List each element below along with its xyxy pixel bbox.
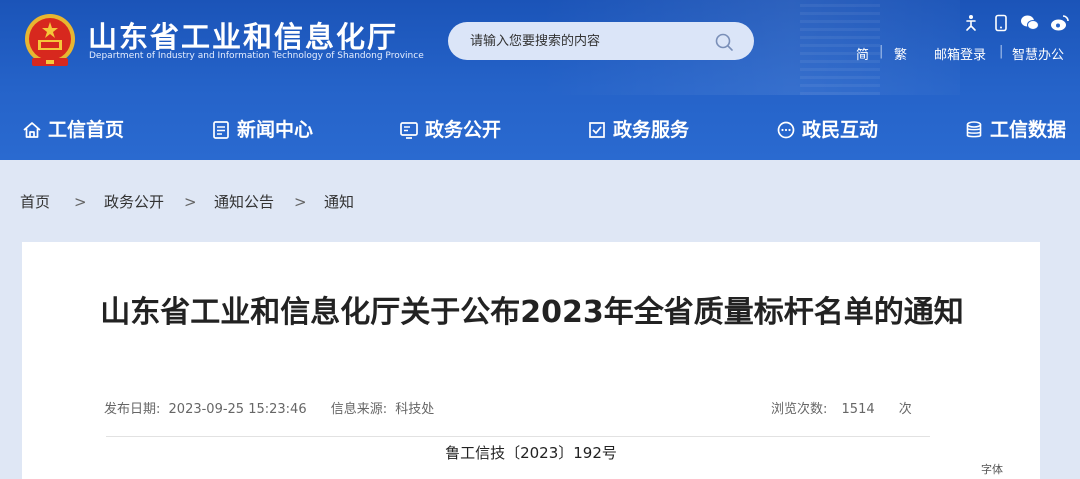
simplified-chinese-link[interactable]: 简	[856, 44, 869, 63]
national-emblem-icon[interactable]	[22, 12, 78, 70]
site-title[interactable]: 山东省工业和信息化厅	[88, 14, 398, 56]
publish-date-label: 发布日期:	[104, 402, 161, 417]
weibo-icon[interactable]	[1050, 14, 1069, 32]
mail-login-link[interactable]: 邮箱登录	[934, 44, 986, 63]
search-box	[448, 22, 754, 60]
interaction-icon	[777, 121, 795, 139]
breadcrumb-separator: >	[184, 193, 197, 211]
nav-item-label: 政民互动	[802, 119, 879, 141]
nav-item-label: 工信首页	[48, 119, 125, 141]
document-number: 鲁工信技〔2023〕192号	[445, 444, 617, 462]
search-icon[interactable]	[714, 32, 734, 52]
gov-service-icon	[589, 122, 605, 138]
breadcrumb-separator: >	[74, 193, 87, 211]
views-count: 1514	[841, 402, 875, 417]
accessibility-icon[interactable]	[962, 14, 980, 32]
article-meta-right: 浏览次数: 1514 次	[771, 398, 916, 417]
mobile-icon[interactable]	[992, 14, 1010, 32]
nav-item-label: 政务服务	[613, 119, 690, 141]
font-size-control[interactable]: 字体	[981, 461, 1003, 477]
nav-item-label: 政务公开	[425, 119, 502, 141]
top-icon-bar	[962, 14, 1072, 34]
publish-date: 2023-09-25 15:23:46	[168, 402, 307, 417]
link-separator: |	[879, 44, 884, 59]
link-separator: |	[999, 44, 1004, 59]
main-nav: 工信首页 新闻中心 政务公开 政务服务 政民互动 工信数据	[0, 100, 1080, 160]
breadcrumb-gov-open[interactable]: 政务公开	[104, 190, 164, 214]
article-meta-left: 发布日期: 2023-09-25 15:23:46 信息来源: 科技处	[104, 398, 438, 417]
database-icon	[966, 121, 982, 138]
views-label: 浏览次数:	[771, 402, 828, 417]
traditional-chinese-link[interactable]: 繁	[894, 44, 907, 63]
smart-office-link[interactable]: 智慧办公	[1012, 44, 1064, 63]
article-card: 山东省工业和信息化厅关于公布2023年全省质量标杆名单的通知 发布日期: 202…	[22, 242, 1040, 479]
breadcrumb-current[interactable]: 通知	[324, 190, 354, 214]
breadcrumb-notices[interactable]: 通知公告	[214, 190, 274, 214]
source-value: 科技处	[395, 402, 435, 417]
site-subtitle: Department of Industry and Information T…	[89, 51, 424, 61]
wechat-icon[interactable]	[1020, 14, 1039, 32]
breadcrumb-home[interactable]: 首页	[20, 190, 50, 214]
news-icon	[213, 121, 229, 139]
views-unit: 次	[898, 402, 912, 417]
search-input[interactable]	[470, 22, 710, 60]
gov-open-icon	[400, 122, 418, 139]
home-icon	[23, 122, 41, 138]
meta-divider	[106, 436, 930, 437]
article-title: 山东省工业和信息化厅关于公布2023年全省质量标杆名单的通知	[100, 295, 964, 330]
source-label: 信息来源:	[330, 402, 388, 417]
site-header: 山东省工业和信息化厅 Department of Industry and In…	[0, 0, 1080, 160]
nav-item-label: 新闻中心	[237, 119, 314, 141]
nav-item-label: 工信数据	[990, 119, 1067, 141]
breadcrumb-separator: >	[294, 193, 307, 211]
